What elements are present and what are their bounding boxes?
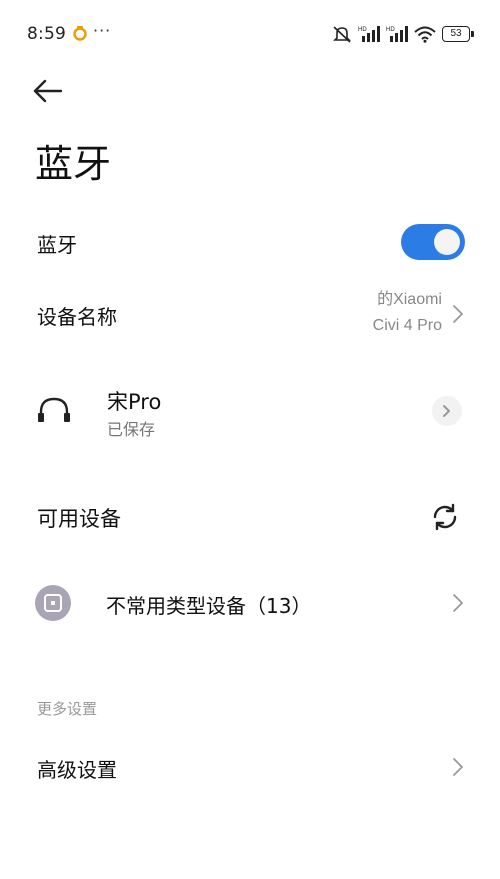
saved-device-row[interactable]	[0, 370, 500, 454]
saved-device-details-button[interactable]	[432, 396, 462, 426]
status-icons: HD HD 53	[332, 24, 474, 44]
status-time: 8:59	[27, 24, 66, 44]
advanced-settings-row[interactable]: 高级设置	[0, 742, 500, 792]
chevron-right-icon	[453, 305, 463, 323]
chevron-right-icon	[443, 405, 450, 417]
svg-text:HD: HD	[358, 27, 367, 33]
saved-device-status: 已保存	[107, 420, 156, 439]
page-title: 蓝牙	[35, 142, 112, 186]
more-settings-header: 更多设置	[37, 700, 98, 718]
advanced-settings-label: 高级设置	[37, 758, 117, 782]
headphones-icon	[38, 397, 70, 422]
toggle-knob	[434, 229, 460, 255]
uncommon-devices-row[interactable]: 不常用类型设备（13）	[0, 570, 500, 636]
saved-device-name: 宋Pro	[107, 390, 162, 414]
bluetooth-toggle[interactable]	[401, 224, 465, 260]
signal-icon-1: HD	[358, 26, 380, 42]
status-bar: 8:59 ··· HD HD 53	[0, 0, 500, 68]
bluetooth-label: 蓝牙	[37, 233, 77, 257]
available-devices-label: 可用设备	[37, 507, 121, 531]
wifi-icon	[414, 26, 436, 43]
app-notification-icon	[73, 26, 87, 41]
device-name-value: 的Xiaomi Civi 4 Pro	[373, 287, 442, 339]
mute-bell-icon	[333, 26, 351, 43]
device-type-icon	[35, 585, 71, 621]
uncommon-devices-label: 不常用类型设备（13）	[106, 594, 312, 618]
battery-icon: 53	[442, 26, 474, 42]
device-name-label: 设备名称	[37, 305, 117, 329]
refresh-icon[interactable]	[431, 503, 459, 531]
square-device-icon	[44, 594, 62, 612]
device-name-value-line2: Civi 4 Pro	[372, 317, 442, 334]
chevron-right-icon	[453, 758, 463, 776]
more-notifications-icon: ···	[93, 21, 112, 40]
chevron-right-icon	[453, 594, 463, 612]
back-arrow-icon	[33, 79, 63, 103]
signal-icon-2: HD	[386, 26, 408, 42]
battery-level: 53	[442, 26, 470, 42]
svg-text:HD: HD	[386, 27, 395, 33]
device-name-row[interactable]: 设备名称 的Xiaomi Civi 4 Pro	[0, 282, 500, 344]
device-name-value-line1: 的Xiaomi	[377, 291, 442, 308]
back-button[interactable]	[32, 74, 72, 108]
available-devices-row: 可用设备	[0, 494, 500, 540]
